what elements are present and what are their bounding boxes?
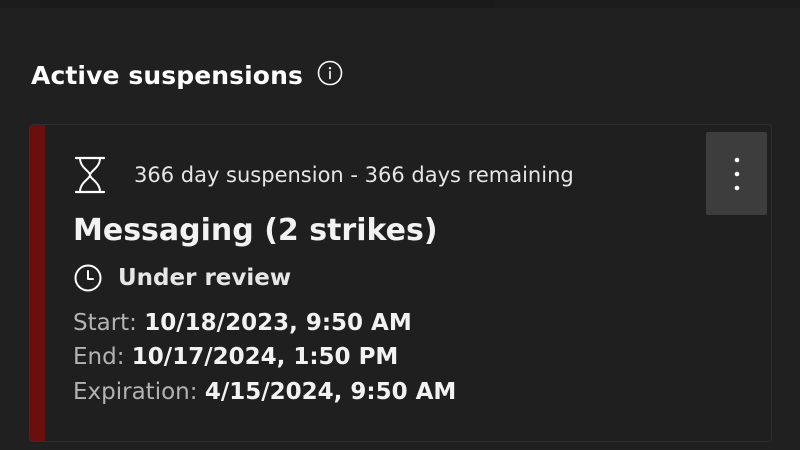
end-label: End: (73, 344, 132, 370)
suspension-title: Messaging (2 strikes) (73, 213, 438, 248)
status-label: Under review (118, 265, 292, 291)
start-label: Start: (73, 310, 145, 336)
expiration-value: 4/15/2024, 9:50 AM (204, 379, 457, 405)
more-options-button[interactable] (706, 132, 767, 215)
expiration-row: Expiration: 4/15/2024, 9:50 AM (73, 379, 456, 405)
duration-row: 366 day suspension - 366 days remaining (73, 155, 574, 195)
section-title: Active suspensions (31, 61, 303, 90)
start-row: Start: 10/18/2023, 9:50 AM (73, 310, 412, 336)
end-row: End: 10/17/2024, 1:50 PM (73, 344, 398, 370)
hourglass-icon (73, 155, 107, 195)
start-value: 10/18/2023, 9:50 AM (144, 310, 412, 336)
section-header: Active suspensions (31, 56, 343, 96)
top-strip (0, 0, 800, 8)
suspension-card: 366 day suspension - 366 days remaining … (29, 124, 772, 442)
expiration-label: Expiration: (73, 379, 205, 405)
duration-text: 366 day suspension - 366 days remaining (134, 163, 574, 187)
more-vertical-icon (734, 157, 739, 190)
end-value: 10/17/2024, 1:50 PM (131, 344, 399, 370)
status-row: Under review (73, 263, 291, 293)
info-icon[interactable] (317, 60, 343, 86)
card-accent-bar (30, 125, 45, 441)
top-strip-segment (40, 0, 495, 8)
clock-icon (73, 263, 103, 293)
